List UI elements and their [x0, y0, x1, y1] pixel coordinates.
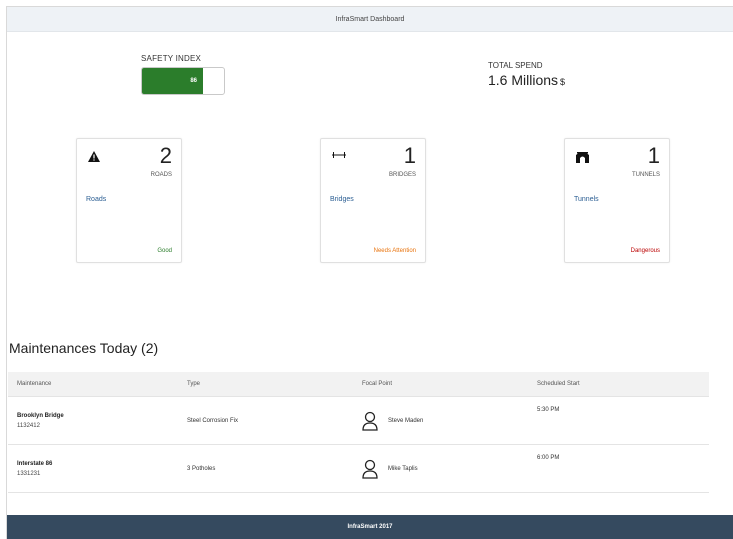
- page-title: InfraSmart Dashboard: [335, 15, 405, 23]
- maintenance-cell: Brooklyn Bridge 1132412: [8, 396, 178, 445]
- focal-point-cell: Steve Maden: [353, 396, 528, 445]
- footer-bar: InfraSmart 2017: [7, 515, 733, 539]
- roads-unit: ROADS: [150, 172, 172, 178]
- roads-count: 2: [159, 143, 172, 168]
- column-header-focal-point[interactable]: Focal Point: [353, 372, 528, 397]
- header-bar: InfraSmart Dashboard: [7, 7, 733, 32]
- type-cell: Steel Corrosion Fix: [178, 396, 353, 445]
- column-header-scheduled-start[interactable]: Scheduled Start: [528, 372, 709, 397]
- total-spend-value: 1.6 Millions: [488, 72, 559, 88]
- person-icon: [362, 411, 378, 431]
- focal-point-name: Steve Maden: [388, 417, 424, 424]
- safety-index-value: 86: [190, 78, 197, 84]
- focal-point: Mike Taplis: [362, 459, 528, 479]
- maintenance-id: 1132412: [17, 422, 40, 429]
- warning-triangle-icon: [88, 151, 100, 165]
- tunnels-link[interactable]: Tunnels: [574, 196, 599, 203]
- total-spend-unit: $: [560, 77, 566, 87]
- bridges-unit: BRIDGES: [388, 172, 416, 178]
- tile-bridges[interactable]: 1 BRIDGES Bridges Needs Attention: [320, 138, 426, 263]
- maintenance-name: Brooklyn Bridge: [17, 412, 64, 419]
- maintenance-id: 1331231: [17, 470, 41, 477]
- focal-point: Steve Maden: [362, 411, 528, 431]
- roads-link[interactable]: Roads: [86, 196, 106, 203]
- tunnels-count: 1: [647, 143, 660, 168]
- tile-tunnels[interactable]: 1 TUNNELS Tunnels Dangerous: [564, 138, 670, 263]
- maintenance-name: Interstate 86: [17, 460, 53, 467]
- tunnels-unit: TUNNELS: [631, 172, 660, 178]
- table-row[interactable]: Interstate 86 1331231 3 Potholes Mike Ta…: [8, 444, 709, 493]
- scheduled-start-cell: 5:30 PM: [528, 396, 709, 445]
- total-spend-label: TOTAL SPEND: [488, 61, 543, 70]
- dashboard-frame: InfraSmart Dashboard SAFETY INDEX 86 TOT…: [6, 6, 733, 539]
- type-cell: 3 Potholes: [178, 444, 353, 493]
- total-spend-kpi[interactable]: TOTAL SPEND 1.6 Millions $: [488, 61, 565, 88]
- bridges-link[interactable]: Bridges: [330, 196, 354, 203]
- table-row[interactable]: Brooklyn Bridge 1132412 Steel Corrosion …: [8, 396, 709, 445]
- maintenance-cell: Interstate 86 1331231: [8, 444, 178, 493]
- safety-index-kpi[interactable]: SAFETY INDEX 86: [141, 54, 225, 95]
- roads-status: Good: [157, 248, 172, 254]
- focal-point-name: Mike Taplis: [388, 465, 418, 472]
- tunnel-icon: [576, 151, 589, 166]
- table-header-row: Maintenance Type Focal Point Scheduled S…: [8, 372, 709, 397]
- person-icon: [362, 459, 378, 479]
- total-spend-value-row: 1.6 Millions $: [488, 72, 565, 88]
- tunnels-status: Dangerous: [630, 248, 660, 254]
- bridge-icon: [332, 151, 346, 162]
- bridges-count: 1: [403, 143, 416, 168]
- maintenance-table: Maintenance Type Focal Point Scheduled S…: [8, 372, 709, 493]
- safety-index-label: SAFETY INDEX: [141, 54, 202, 63]
- maintenance-section-title: Maintenances Today (2): [9, 340, 159, 356]
- column-header-maintenance[interactable]: Maintenance: [8, 372, 178, 397]
- focal-point-cell: Mike Taplis: [353, 444, 528, 493]
- scheduled-start-cell: 6:00 PM: [528, 444, 709, 493]
- footer-text: InfraSmart 2017: [347, 524, 393, 530]
- safety-index-bar: 86: [141, 67, 225, 95]
- bridges-status: Needs Attention: [373, 248, 416, 254]
- tile-roads[interactable]: 2 ROADS Roads Good: [76, 138, 182, 263]
- column-header-type[interactable]: Type: [178, 372, 353, 397]
